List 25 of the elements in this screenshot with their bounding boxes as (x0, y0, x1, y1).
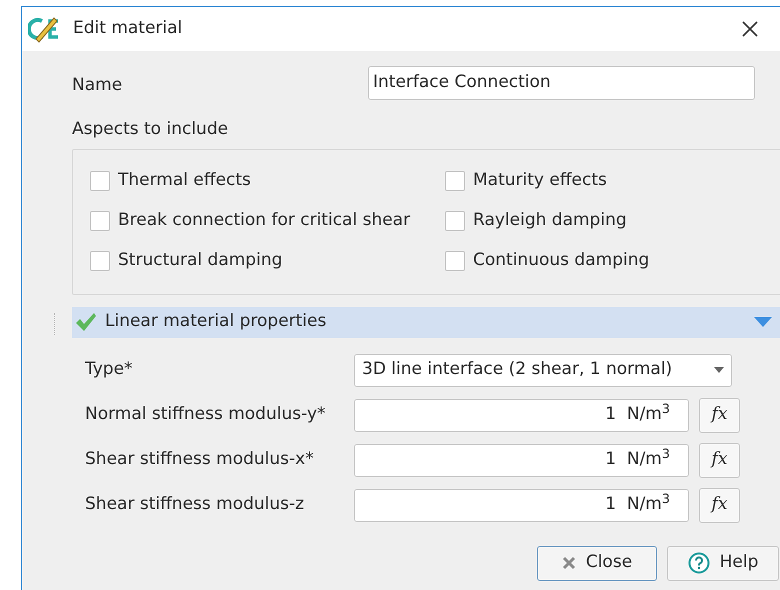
section-label: Aspects to include (72, 118, 230, 141)
input-field[interactable]: 1 N/m$^{3}$ (354, 488, 689, 522)
name-field[interactable]: Interface Connection (368, 66, 755, 100)
checkbox-label: Continuous damping (473, 248, 650, 272)
checkbox-label: Rayleigh damping (473, 208, 627, 232)
formula-button[interactable]: fx (699, 398, 740, 432)
field-label: Shear stiffness modulus-z (84, 493, 306, 516)
input-field[interactable]: 1 N/m$^{3}$ (354, 398, 689, 432)
field-label: Normal stiffness modulus-y* (84, 403, 326, 426)
section-title: Linear material properties (105, 310, 328, 334)
window-title: Edit material (73, 17, 184, 40)
input-field[interactable]: 1 N/m$^{3}$ (354, 444, 689, 476)
formula-button[interactable]: fx (699, 442, 740, 478)
checkbox-label: Structural damping (118, 248, 282, 272)
name-label: Name (72, 74, 124, 97)
checkbox-label: Maturity effects (473, 168, 607, 192)
formula-button[interactable]: fx (699, 488, 740, 522)
help-button[interactable]: Help (667, 546, 779, 580)
field-label: Type* (84, 358, 134, 382)
close-button[interactable]: Close (537, 546, 657, 580)
section-header[interactable]: Linear material properties (72, 306, 780, 338)
field-label: Shear stiffness modulus-x* (84, 448, 315, 472)
checkbox-label: Thermal effects (118, 168, 251, 192)
checkbox-label: Break connection for critical shear (118, 208, 410, 232)
type-dropdown[interactable]: 3D line interface (2 shear, 1 normal) (354, 354, 732, 386)
